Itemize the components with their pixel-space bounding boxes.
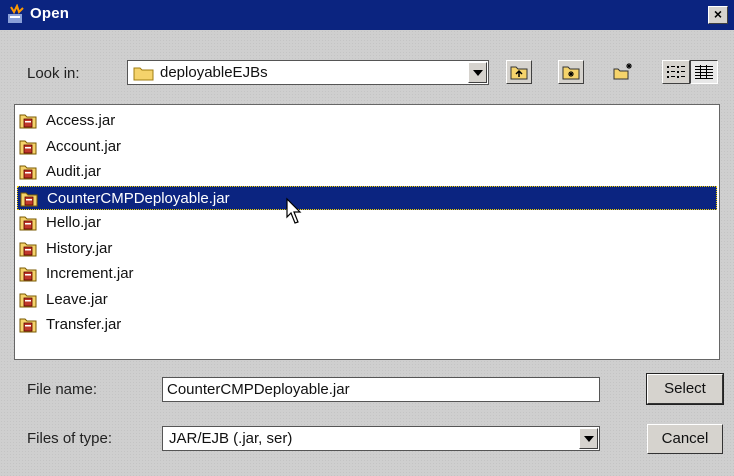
details-view-icon xyxy=(695,65,713,79)
file-name: Transfer.jar xyxy=(46,316,122,333)
file-name: Leave.jar xyxy=(46,290,108,308)
open-dialog: Open × Look in: deployableEJBs Access.ja… xyxy=(0,0,734,476)
jar-file-icon xyxy=(19,318,37,333)
jar-file-icon xyxy=(19,114,37,129)
files-of-type-dropdown-arrow[interactable] xyxy=(579,428,598,449)
file-name-label: File name: xyxy=(27,381,98,398)
file-row[interactable]: Leave.jar xyxy=(17,288,717,312)
jar-file-icon xyxy=(19,267,37,282)
list-view-button[interactable] xyxy=(662,60,690,84)
java-cup-icon xyxy=(8,4,24,23)
jar-file-icon xyxy=(19,216,37,231)
file-row[interactable]: History.jar xyxy=(17,237,717,261)
file-name-field[interactable] xyxy=(162,377,600,402)
details-view-button[interactable] xyxy=(690,60,718,84)
title-bar[interactable]: Open × xyxy=(0,0,734,30)
close-button[interactable]: × xyxy=(708,6,728,24)
file-row[interactable]: Transfer.jar xyxy=(17,313,717,337)
up-folder-icon xyxy=(510,66,528,80)
jar-file-icon xyxy=(19,242,37,256)
cancel-button[interactable]: Cancel xyxy=(647,424,723,454)
file-name: Account.jar xyxy=(46,137,122,155)
file-name: Access.jar xyxy=(46,112,116,129)
file-row[interactable]: Hello.jar xyxy=(17,211,717,235)
file-row[interactable]: Account.jar xyxy=(17,135,717,159)
files-of-type-label: Files of type: xyxy=(27,430,113,447)
file-row[interactable]: Increment.jar xyxy=(17,262,717,286)
look-in-value: deployableEJBs xyxy=(160,64,268,81)
look-in-dropdown-arrow[interactable] xyxy=(468,62,487,83)
jar-file-icon xyxy=(19,140,37,154)
file-list[interactable]: Access.jar Account.jar Audit.jar CounterCMP… xyxy=(14,104,720,360)
file-name: Audit.jar xyxy=(46,163,102,180)
home-button[interactable] xyxy=(558,60,584,84)
jar-file-icon xyxy=(20,192,38,206)
file-name: Hello.jar xyxy=(46,214,102,231)
file-name-input[interactable] xyxy=(163,378,599,401)
files-of-type-dropdown[interactable]: JAR/EJB (.jar, ser) xyxy=(162,426,600,451)
file-row[interactable]: Audit.jar xyxy=(17,160,717,184)
file-row[interactable]: Access.jar xyxy=(17,109,717,133)
file-row[interactable]: CounterCMPDeployable.jar xyxy=(17,185,717,210)
jar-file-icon xyxy=(19,293,37,307)
file-name: CounterCMPDeployable.jar xyxy=(47,189,230,207)
jar-file-icon xyxy=(19,165,37,180)
new-folder-icon xyxy=(613,63,632,80)
home-folder-icon xyxy=(562,66,580,80)
look-in-dropdown[interactable]: deployableEJBs xyxy=(127,60,489,85)
mouse-pointer-icon xyxy=(286,197,302,224)
up-one-level-button[interactable] xyxy=(506,60,532,84)
look-in-label: Look in: xyxy=(27,65,80,82)
files-of-type-value: JAR/EJB (.jar, ser) xyxy=(169,430,293,447)
list-view-icon xyxy=(667,66,685,78)
file-name: Increment.jar xyxy=(46,265,134,282)
folder-icon xyxy=(133,67,154,81)
file-name: History.jar xyxy=(46,239,113,257)
select-button[interactable]: Select xyxy=(646,373,724,405)
new-folder-button[interactable] xyxy=(610,60,636,84)
dialog-title: Open xyxy=(30,5,70,22)
